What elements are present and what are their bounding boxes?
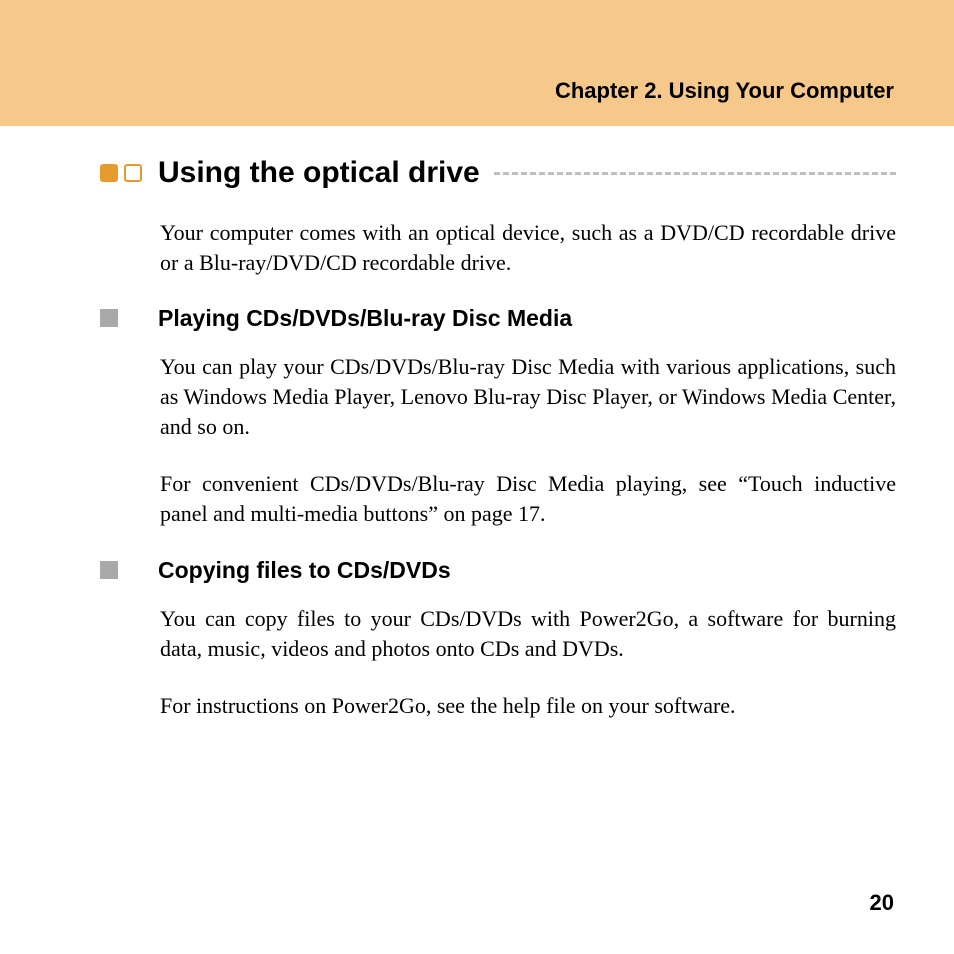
document-page: Chapter 2. Using Your Computer Using the… (0, 0, 954, 954)
section-intro-paragraph: Your computer comes with an optical devi… (160, 218, 896, 277)
body-paragraph: You can play your CDs/DVDs/Blu-ray Disc … (160, 352, 896, 441)
chapter-title: Chapter 2. Using Your Computer (555, 78, 894, 104)
subsection-heading: Copying files to CDs/DVDs (100, 557, 896, 584)
square-bullet-icon (100, 309, 118, 327)
subsection-title: Playing CDs/DVDs/Blu-ray Disc Media (158, 305, 572, 332)
body-paragraph: For instructions on Power2Go, see the he… (160, 691, 896, 721)
body-paragraph: You can copy files to your CDs/DVDs with… (160, 604, 896, 663)
subsection-heading: Playing CDs/DVDs/Blu-ray Disc Media (100, 305, 896, 332)
subsection-title: Copying files to CDs/DVDs (158, 557, 451, 584)
bullet-solid-icon (100, 164, 118, 182)
section-bullet-icon (100, 164, 142, 182)
header-band: Chapter 2. Using Your Computer (0, 0, 954, 126)
page-number: 20 (870, 890, 894, 916)
body-paragraph: For convenient CDs/DVDs/Blu-ray Disc Med… (160, 469, 896, 528)
bullet-outline-icon (124, 164, 142, 182)
content-area: Using the optical drive Your computer co… (0, 126, 954, 721)
square-bullet-icon (100, 561, 118, 579)
heading-rule-icon (494, 172, 896, 175)
section-heading: Using the optical drive (100, 156, 896, 190)
section-title: Using the optical drive (158, 156, 480, 190)
